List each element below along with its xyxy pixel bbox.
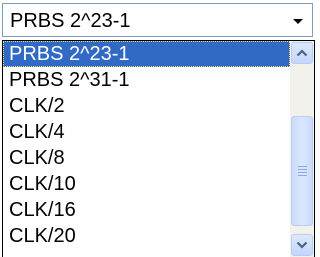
options-list: PRBS 2^23-1 PRBS 2^31-1 CLK/2 CLK/4 CLK/… [3, 41, 290, 257]
list-item[interactable]: CLK/20 [3, 223, 290, 249]
list-item[interactable]: CLK/10 [3, 171, 290, 197]
chevron-up-icon [296, 49, 308, 57]
scroll-up-button[interactable] [291, 42, 313, 64]
dropdown-list[interactable]: PRBS 2^23-1 PRBS 2^31-1 CLK/2 CLK/4 CLK/… [2, 40, 315, 257]
list-item[interactable]: CLK/16 [3, 197, 290, 223]
chevron-down-icon [293, 19, 303, 24]
dropdown-toggle-button[interactable] [286, 6, 310, 34]
list-item[interactable]: CLK/2 [3, 93, 290, 119]
list-item[interactable]: PRBS 2^23-1 [3, 41, 290, 67]
pattern-select-value: PRBS 2^23-1 [10, 10, 131, 32]
scroll-down-button[interactable] [291, 234, 313, 256]
list-item[interactable]: PRBS 2^31-1 [3, 67, 290, 93]
scroll-thumb[interactable] [291, 116, 313, 226]
pattern-select[interactable]: PRBS 2^23-1 [2, 3, 313, 37]
vertical-scrollbar[interactable] [290, 41, 314, 257]
chevron-down-icon [296, 241, 308, 249]
list-item[interactable]: CLK/8 [3, 145, 290, 171]
grip-icon [298, 166, 307, 178]
list-item[interactable]: CLK/4 [3, 119, 290, 145]
